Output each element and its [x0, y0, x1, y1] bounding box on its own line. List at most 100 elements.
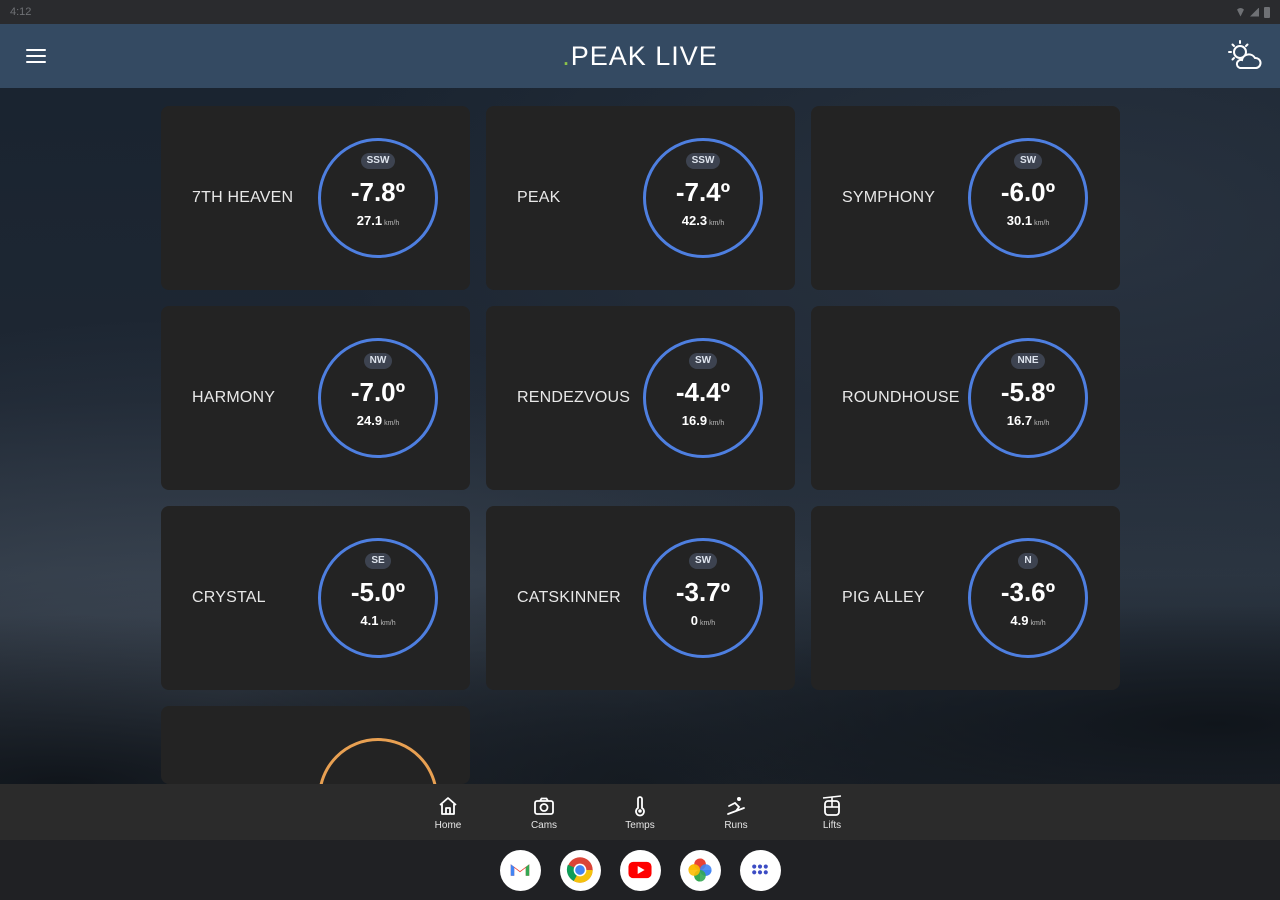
wind-speed-value: 42.3 [681, 213, 708, 228]
camera-icon [534, 797, 554, 815]
title-text: PEAK LIVE [570, 40, 718, 71]
nav-label: Lifts [822, 819, 842, 831]
app-title: . PEAK LIVE [562, 41, 718, 72]
wind-direction-badge: NNE [1011, 353, 1045, 369]
wind-speed-unit: km/h [380, 620, 396, 627]
app-drawer-icon [752, 864, 768, 875]
weather-icon[interactable] [1226, 38, 1262, 74]
bottom-nav: Home Cams Temps Runs Lifts [0, 784, 1280, 840]
nav-label: Temps [625, 819, 655, 831]
temperature-gauge: SW -4.4º 16.9 km/h [643, 338, 763, 458]
temperature-gauge: SW -6.0º 30.1 km/h [968, 138, 1088, 258]
title-dot: . [562, 40, 571, 71]
wind-speed-value: 4.1 [360, 613, 379, 628]
station-name: HARMONY [192, 389, 276, 406]
wind-speed: 4.9 km/h [1010, 613, 1045, 632]
station-grid: 7TH HEAVEN SSW -7.8º 27.1 km/h PEAK SSW -… [161, 106, 1120, 784]
temperature-value: -5.0º [350, 577, 406, 607]
wind-direction-badge: SW [1013, 153, 1043, 169]
wind-direction-badge: SSW [360, 153, 396, 169]
nav-item-runs[interactable]: Runs [688, 784, 784, 840]
nav-label: Home [434, 819, 462, 831]
wind-speed: 27.1 km/h [357, 213, 399, 232]
station-name: RENDEZVOUS [517, 389, 631, 406]
temperature-value: -3.7º [675, 577, 731, 607]
station-card[interactable]: RENDEZVOUS SW -4.4º 16.9 km/h [486, 306, 795, 490]
wind-speed: 42.3 km/h [682, 213, 724, 232]
station-card[interactable]: CRYSTAL SE -5.0º 4.1 km/h [161, 506, 470, 690]
station-card[interactable] [161, 706, 470, 784]
nav-label: Runs [724, 819, 748, 831]
temperature-gauge: SSW -7.8º 27.1 km/h [318, 138, 438, 258]
skier-icon [727, 796, 745, 815]
status-icons [1236, 6, 1270, 18]
station-card[interactable]: SYMPHONY SW -6.0º 30.1 km/h [811, 106, 1120, 290]
wind-speed-unit: km/h [384, 420, 400, 427]
status-time: 4:12 [10, 6, 32, 18]
station-name: ROUNDHOUSE [842, 389, 960, 406]
wind-direction-badge: SE [365, 553, 391, 569]
station-card[interactable]: PIG ALLEY N -3.6º 4.9 km/h [811, 506, 1120, 690]
station-name: PIG ALLEY [842, 589, 925, 606]
signal-icon [1250, 7, 1259, 17]
wind-speed-value: 0 [690, 613, 699, 628]
wind-speed: 24.9 km/h [357, 413, 399, 432]
wind-speed-unit: km/h [709, 220, 725, 227]
station-card[interactable]: ROUNDHOUSE NNE -5.8º 16.7 km/h [811, 306, 1120, 490]
wind-speed-unit: km/h [384, 220, 400, 227]
thermometer-icon [635, 795, 645, 816]
wind-speed-value: 24.9 [356, 413, 383, 428]
wind-direction-badge: N [1018, 553, 1038, 569]
temperature-gauge: SSW -7.4º 42.3 km/h [643, 138, 763, 258]
station-name: SYMPHONY [842, 189, 936, 206]
wind-speed: 16.9 km/h [682, 413, 724, 432]
wind-speed-unit: km/h [1034, 420, 1050, 427]
wind-direction-badge: SSW [685, 153, 721, 169]
nav-label: Cams [530, 819, 558, 831]
temperature-value: -7.0º [350, 377, 406, 407]
menu-button[interactable] [26, 47, 46, 65]
wind-speed-value: 27.1 [356, 213, 383, 228]
gondola-icon [822, 794, 842, 816]
temperature-gauge: SE -5.0º 4.1 km/h [318, 538, 438, 658]
temperature-value: -4.4º [675, 377, 731, 407]
temperature-value: -6.0º [1000, 177, 1056, 207]
app-dock [0, 840, 1280, 900]
hamburger-line [26, 49, 46, 51]
wind-speed-unit: km/h [709, 420, 725, 427]
station-card[interactable]: CATSKINNER SW -3.7º 0 km/h [486, 506, 795, 690]
youtube-icon [628, 861, 652, 879]
temperature-value: -5.8º [1000, 377, 1056, 407]
app-drawer-app[interactable] [739, 849, 781, 891]
station-name: PEAK [517, 189, 561, 206]
nav-item-temps[interactable]: Temps [592, 784, 688, 840]
wind-speed-value: 4.9 [1010, 613, 1029, 628]
wind-speed: 4.1 km/h [360, 613, 395, 632]
temperature-gauge: NNE -5.8º 16.7 km/h [968, 338, 1088, 458]
station-card[interactable]: 7TH HEAVEN SSW -7.8º 27.1 km/h [161, 106, 470, 290]
app-bar: . PEAK LIVE [0, 24, 1280, 88]
youtube-app[interactable] [619, 849, 661, 891]
wind-speed-value: 30.1 [1006, 213, 1033, 228]
wind-direction-badge: SW [688, 353, 718, 369]
nav-item-lifts[interactable]: Lifts [784, 784, 880, 840]
temperature-value: -3.6º [1000, 577, 1056, 607]
station-card[interactable]: PEAK SSW -7.4º 42.3 km/h [486, 106, 795, 290]
temperature-value: -7.8º [350, 177, 406, 207]
chrome-app[interactable] [559, 849, 601, 891]
wind-direction-badge: NW [363, 353, 393, 369]
gmail-app[interactable] [499, 849, 541, 891]
wind-speed-value: 16.9 [681, 413, 708, 428]
chrome-icon [566, 857, 593, 883]
wind-speed: 0 km/h [691, 613, 715, 632]
nav-item-home[interactable]: Home [400, 784, 496, 840]
hamburger-line [26, 61, 46, 63]
wind-speed-unit: km/h [1034, 220, 1050, 227]
photos-app[interactable] [679, 849, 721, 891]
home-icon [439, 796, 457, 815]
nav-item-cams[interactable]: Cams [496, 784, 592, 840]
station-card[interactable]: HARMONY NW -7.0º 24.9 km/h [161, 306, 470, 490]
temperature-value: -7.4º [675, 177, 731, 207]
gmail-icon [510, 864, 530, 876]
temperature-gauge: NW -7.0º 24.9 km/h [318, 338, 438, 458]
